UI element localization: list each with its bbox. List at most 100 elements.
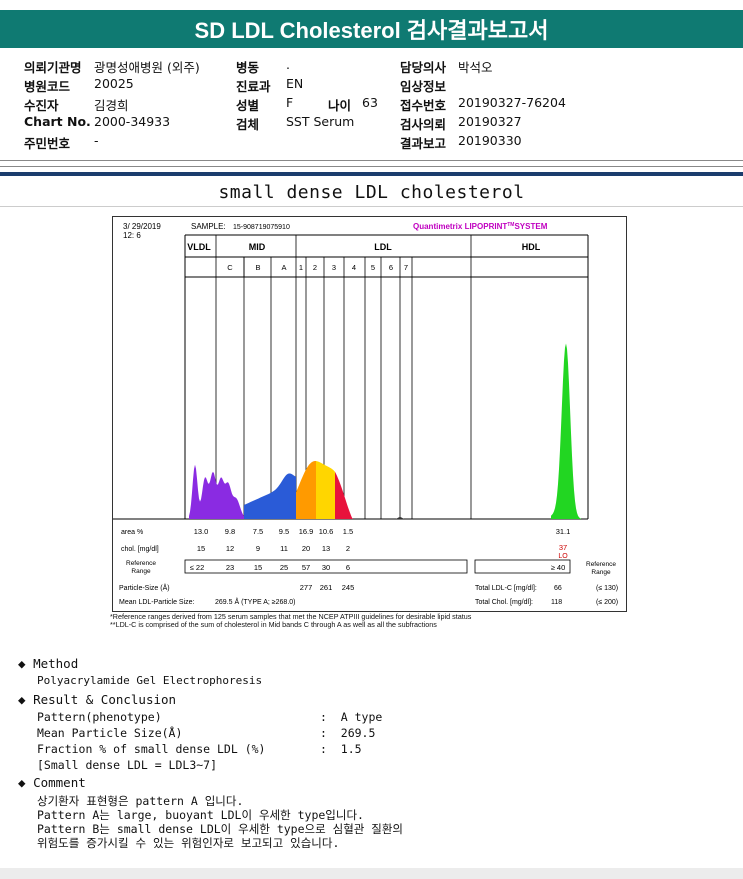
ldl-trace: [396, 517, 404, 519]
total-chol-value: 118: [551, 599, 562, 606]
chol-value: 2: [346, 544, 350, 553]
result-value: : A type: [320, 710, 383, 724]
band-label: 1: [299, 263, 303, 272]
ref-value: 25: [280, 563, 288, 572]
footnote-2: **LDL-C is comprised of the sum of chole…: [110, 620, 437, 629]
ref-value: 15: [254, 563, 262, 572]
header-label: 성별: [236, 98, 260, 113]
area-value: 13.0: [194, 527, 209, 536]
header-value: 2000-34933: [94, 114, 171, 129]
header-row: 담당의사 박석오: [400, 57, 493, 76]
chol-value: 15: [197, 544, 205, 553]
lipoprint-chart: 3/ 29/2019 12: 6 SAMPLE: 15-908719075910…: [112, 216, 627, 612]
row-values: 13.0 9.8 7.5 9.5 16.9 10.6 1.5 31.1 15 12 9 11 20 13 2…: [190, 527, 571, 592]
chol-value: 20: [302, 544, 310, 553]
header-col2: 병동. 진료과 EN 성별 F 나이 63 검체 SST Serum: [236, 57, 378, 133]
total-ldl-value: 66: [554, 585, 562, 592]
header-value: 김경희: [94, 98, 129, 113]
comment-line: 위험도를 증가시킬 수 있는 위험인자로 보고되고 있습니다.: [37, 836, 340, 850]
row-label-size: Particle-Size (Å): [119, 583, 170, 592]
chol-value: 11: [280, 544, 288, 553]
section-bar: [0, 172, 743, 176]
result-value: : 269.5: [320, 726, 376, 740]
result-label: Pattern(phenotype): [37, 710, 162, 724]
result-value: : 1.5: [320, 742, 362, 756]
band-dividers: [215, 235, 472, 519]
sample-id: 15-908719075910: [233, 224, 290, 231]
band-label: 5: [371, 263, 375, 272]
row-label-ref: Reference Range: [126, 560, 156, 575]
subtitle-divider: [0, 206, 743, 207]
diamond-icon: ◆: [18, 692, 26, 707]
result-label: Fraction % of small dense LDL (%): [37, 742, 266, 756]
area-value: 10.6: [319, 527, 334, 536]
mid-peak: [244, 473, 296, 519]
band-label: A: [281, 263, 286, 272]
ldl2-peak: [316, 461, 335, 519]
header-value: 광명성애병원 (외주): [94, 60, 200, 75]
ldl1-peak: [296, 461, 316, 519]
method-text: Polyacrylamide Gel Electrophoresis: [37, 674, 263, 687]
row-label-chol: chol. [mg/dl]: [121, 546, 159, 553]
band-label: 2: [313, 263, 317, 272]
header-label: 임상정보: [400, 79, 447, 94]
area-value: 9.8: [225, 527, 235, 536]
result-heading: ◆ Result & Conclusion: [18, 692, 177, 707]
diamond-icon: ◆: [18, 775, 26, 790]
header-row: 수진자 김경희: [24, 95, 129, 114]
total-chol-ref: (≤ 200): [596, 599, 618, 606]
particle-size-value: 277: [300, 583, 313, 592]
ref-value: 30: [322, 563, 330, 572]
header-row: 결과보고 20190330: [400, 133, 522, 152]
header-label: 검사의뢰: [400, 117, 447, 132]
chart-svg: 3/ 29/2019 12: 6 SAMPLE: 15-908719075910…: [113, 222, 618, 606]
age-value: 63: [362, 95, 378, 110]
header-row: 주민번호 -: [24, 133, 99, 152]
band-label: B: [255, 263, 260, 272]
header-value: 20190327-76204: [458, 95, 566, 110]
header-value: 20190330: [458, 133, 522, 148]
header-row: 병동.: [236, 57, 290, 76]
band-label: 7: [404, 263, 408, 272]
header-col3: 담당의사 박석오 임상정보 접수번호 20190327-76204 검사의뢰 2019…: [400, 57, 566, 152]
total-chol-label: Total Chol. [mg/dl]:: [475, 599, 533, 606]
group-label: MID: [249, 242, 266, 252]
hdl-peak: [551, 343, 581, 519]
method-heading: ◆ Method: [18, 656, 79, 671]
area-hdl-value: 31.1: [556, 527, 571, 536]
header-divider: [0, 166, 743, 167]
chart-time: 12: 6: [123, 231, 141, 240]
band-label: 4: [352, 263, 356, 272]
chol-hdl-flag: LO: [558, 553, 568, 560]
result-note: [Small dense LDL = LDL3~7]: [37, 758, 218, 772]
total-ldl-ref: (≤ 130): [596, 585, 618, 592]
chol-value: 9: [256, 544, 260, 553]
ref-side-label: Reference Range: [586, 561, 616, 576]
comment-heading: ◆ Comment: [18, 775, 86, 790]
header-label: 수진자: [24, 98, 59, 113]
header-label: 결과보고: [400, 136, 447, 151]
ref-value: 57: [302, 563, 310, 572]
header-label: 담당의사: [400, 60, 447, 75]
header-value: .: [286, 57, 290, 72]
group-label: VLDL: [187, 242, 211, 252]
result-label: Mean Particle Size(Å): [37, 726, 183, 740]
area-value: 1.5: [343, 527, 353, 536]
header-row: 의뢰기관명 광명성애병원 (외주): [24, 57, 200, 76]
header-row: 접수번호 20190327-76204: [400, 95, 566, 114]
area-value: 16.9: [299, 527, 314, 536]
header-label: 병동: [236, 60, 260, 75]
chol-hdl-value: 37: [559, 543, 567, 552]
row-label-mean: Mean LDL-Particle Size:: [119, 599, 195, 606]
header-value: -: [94, 133, 99, 148]
band-label: 3: [332, 263, 336, 272]
brand-logo: Quantimetrix LIPOPRINTTMSYSTEM: [413, 222, 548, 231]
footer-bar: [0, 868, 743, 879]
electrophoresis-peaks: [189, 343, 581, 519]
header-label: 주민번호: [24, 136, 71, 151]
row-label-area: area %: [121, 529, 143, 536]
sample-label: SAMPLE:: [191, 222, 226, 231]
area-value: 7.5: [253, 527, 263, 536]
header-label: 접수번호: [400, 98, 447, 113]
header-label: 진료과: [236, 79, 271, 94]
